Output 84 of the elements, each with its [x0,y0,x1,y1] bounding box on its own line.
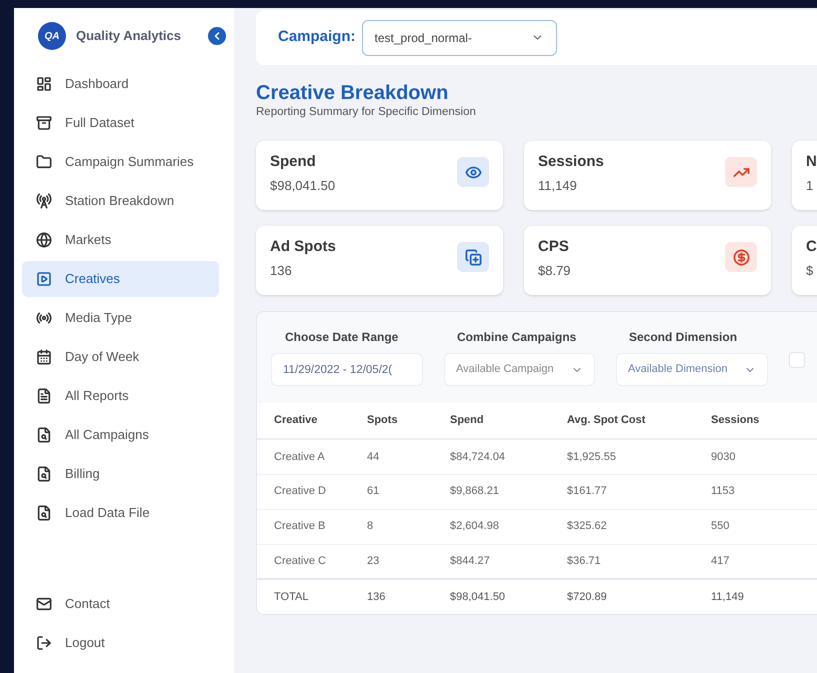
stat-label: N [806,153,817,171]
table-cell: 61 [367,474,450,509]
play-icon [36,271,52,287]
calendar-icon [36,349,52,365]
sidebar-item[interactable]: Load Data File [22,495,219,531]
table-cell: $844.27 [450,544,567,579]
antenna-icon [36,193,52,209]
archive-icon [36,115,52,131]
sidebar-item[interactable]: Day of Week [22,339,219,375]
mail-icon [36,596,52,612]
document-icon [36,388,52,404]
folder-icon [36,154,52,170]
table-cell: $84,724.04 [450,439,567,474]
checkbox[interactable] [789,352,805,368]
table-cell: 417 [711,544,817,579]
filter-label: Choose Date Range [284,329,400,346]
logout-icon [36,635,52,651]
page-title: Creative Breakdown [256,81,450,105]
filter-label: Combine Campaigns [456,329,578,346]
table-cell: $2,604.98 [450,509,567,544]
sidebar-item[interactable]: Contact [22,586,219,622]
campaign-dropdown[interactable]: Available Campaign [444,353,595,386]
stat-value: $98,041.50 [270,178,336,194]
table-cell: 23 [367,544,450,579]
stat-label: CPS [538,238,570,256]
table-cell: $9,868.21 [450,474,567,509]
sidebar-item[interactable]: Media Type [22,300,219,336]
sidebar-item[interactable]: Campaign Summaries [22,144,219,180]
total-cell: 136 [367,579,450,614]
stat-label: Sessions [538,153,604,171]
brand-name: Quality Analytics [76,27,181,46]
sidebar-item[interactable]: Billing [22,456,219,492]
stat-label: Ad Spots [270,238,336,256]
total-cell: $720.89 [567,579,711,614]
sidebar-item[interactable]: Markets [22,222,219,258]
table-cell: 9030 [711,439,817,474]
column-header: Spend [450,403,567,439]
column-header: Spots [367,403,450,439]
campaign-label: Campaign: [278,27,356,48]
stat-label: Spend [270,153,317,171]
stat-value: 1 [806,178,814,194]
sidebar-item[interactable]: All Reports [22,378,219,414]
table-cell: $1,925.55 [567,439,711,474]
document-search-icon [36,505,52,521]
column-header: Sessions [711,403,817,439]
table-cell: Creative D [257,474,367,509]
globe-icon [36,232,52,248]
column-header: Creative [257,403,367,439]
table-cell: $36.71 [567,544,711,579]
stat-value: 136 [270,263,293,279]
stat-value: $8.79 [538,263,571,279]
sidebar-item[interactable]: All Campaigns [22,417,219,453]
sidebar-item[interactable]: Creatives [22,261,219,297]
page-subtitle: Reporting Summary for Specific Dimension [256,105,477,120]
table-cell: Creative C [257,544,367,579]
sidebar-item[interactable]: Full Dataset [22,105,219,141]
table-cell: Creative B [257,509,367,544]
collapse-button[interactable] [208,27,226,45]
table-cell: Creative A [257,439,367,474]
radio-icon [36,310,52,326]
document-search-icon [36,427,52,443]
document-search-icon [36,466,52,482]
table-cell: $161.77 [567,474,711,509]
sidebar-item[interactable]: Station Breakdown [22,183,219,219]
campaign-select[interactable]: test_prod_normal- [362,20,557,56]
date-range-field[interactable]: 11/29/2022 - 12/05/2( [271,353,423,386]
total-cell: TOTAL [257,579,367,614]
stat-label: C [806,238,817,256]
dashboard-icon [36,76,52,92]
total-cell: 11,149 [711,579,817,614]
table-cell: 550 [711,509,817,544]
stat-value: 11,149 [538,178,578,194]
total-cell: $98,041.50 [450,579,567,614]
brand-logo: QA [38,22,66,50]
dimension-dropdown[interactable]: Available Dimension [616,353,768,386]
sidebar-item[interactable]: Dashboard [22,66,219,102]
column-header: Avg. Spot Cost [567,403,711,439]
table-cell: 44 [367,439,450,474]
table-cell: 8 [367,509,450,544]
table-cell: 1153 [711,474,817,509]
table-cell: $325.62 [567,509,711,544]
stat-value: $ [806,263,814,279]
sidebar-item[interactable]: Logout [22,625,219,661]
filter-label: Second Dimension [628,329,738,346]
